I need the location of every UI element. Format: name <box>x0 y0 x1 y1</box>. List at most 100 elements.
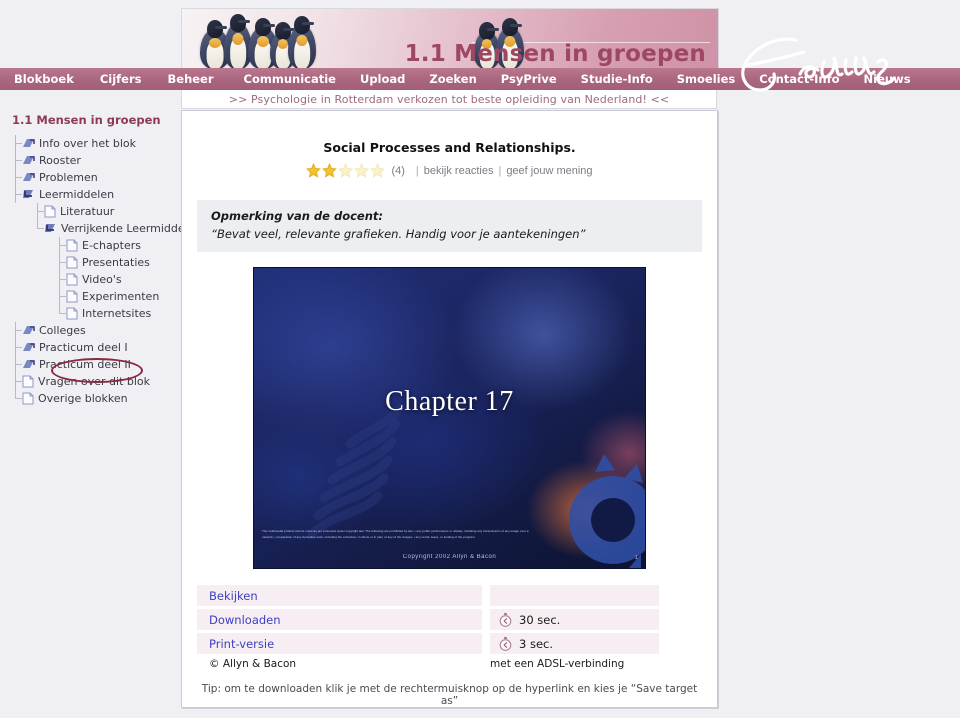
document-icon <box>66 256 78 269</box>
sidebar-tree: Info over het blok Rooster Problemen Lee… <box>0 135 201 407</box>
column-spacer <box>482 609 490 630</box>
star-filled-icon[interactable] <box>306 162 322 178</box>
publisher-credit: © Allyn & Bacon <box>209 658 297 670</box>
column-spacer <box>482 658 490 670</box>
slide-copyright: Copyright 2002 Allyn & Bacon <box>402 554 497 560</box>
nav-item-studie-info[interactable]: Studie-Info <box>579 72 655 86</box>
nav-item-zoeken[interactable]: Zoeken <box>427 72 478 86</box>
teacher-note-box: Opmerking van de docent: “Bevat veel, re… <box>197 200 702 252</box>
sidebar-item-vragen-over-dit-blok[interactable]: Vragen over dit blok <box>0 373 178 390</box>
teacher-note-body: “Bevat veel, relevante grafieken. Handig… <box>211 227 586 241</box>
star-filled-icon[interactable] <box>322 162 338 178</box>
sidebar-item-literatuur[interactable]: Literatuur <box>0 203 178 220</box>
sidebar-item-problemen[interactable]: Problemen <box>0 169 178 186</box>
sidebar-item-verrijkende-leermiddelen[interactable]: Verrijkende Leermiddelen <box>0 220 201 237</box>
tree-elbow <box>54 288 66 305</box>
sidebar-item-label: Internetsites <box>82 307 152 320</box>
tree-elbow <box>10 339 22 356</box>
sidebar-item-label: Verrijkende Leermiddelen <box>61 222 202 235</box>
sidebar-item-label: Experimenten <box>82 290 160 303</box>
document-icon <box>66 273 78 286</box>
sidebar-item-presentaties[interactable]: Presentaties <box>0 254 178 271</box>
tree-elbow <box>54 271 66 288</box>
document-title: Social Processes and Relationships. <box>323 140 576 155</box>
sidebar-item-label: Presentaties <box>82 256 150 269</box>
nav-item-blokboek[interactable]: Blokboek <box>12 72 76 86</box>
slide-preview-image[interactable]: Chapter 17 The multimedia product and it… <box>253 267 646 569</box>
slide-title: Chapter 17 <box>385 386 514 417</box>
tree-elbow <box>54 305 66 322</box>
tree-elbow <box>10 186 22 203</box>
news-ticker: >> Psychologie in Rotterdam verkozen tot… <box>181 90 717 109</box>
document-icon <box>66 307 78 320</box>
rating-separator-2: | <box>498 164 502 177</box>
sidebar-item-colleges[interactable]: Colleges <box>0 322 178 339</box>
downloaden-link[interactable]: Downloaden <box>197 609 482 630</box>
sidebar-item-e-chapters[interactable]: E-chapters <box>0 237 178 254</box>
slide-page-number: 1 <box>634 555 638 561</box>
give-opinion-link[interactable]: geef jouw mening <box>506 165 592 177</box>
nav-item-contact-info[interactable]: Contact-Info <box>757 72 841 86</box>
sidebar-item-label: Leermiddelen <box>39 188 115 201</box>
sidebar-item-practicum-deel-i[interactable]: Practicum deel I <box>0 339 178 356</box>
star-empty-icon[interactable] <box>354 162 370 178</box>
sidebar-item-overige-blokken[interactable]: Overige blokken <box>0 390 178 407</box>
document-icon <box>66 290 78 303</box>
sidebar-item-info-over-het-blok[interactable]: Info over het blok <box>0 135 178 152</box>
news-ticker-text: >> Psychologie in Rotterdam verkozen tot… <box>228 92 670 106</box>
download-tip: Tip: om te downloaden klik je met de rec… <box>201 683 698 707</box>
nav-item-communicatie[interactable]: Communicatie <box>242 72 338 86</box>
bekijken-link[interactable]: Bekijken <box>197 585 482 606</box>
folder-arrow-open-icon <box>22 189 35 201</box>
sidebar-item-label: Vragen over dit blok <box>38 375 151 388</box>
teacher-note-heading: Opmerking van de docent: <box>211 209 383 223</box>
print-versie-link[interactable]: Print-versie <box>197 633 482 654</box>
sidebar-item-experimenten[interactable]: Experimenten <box>0 288 178 305</box>
tree-elbow <box>10 356 22 373</box>
sidebar-item-label: Colleges <box>39 324 86 337</box>
connection-note: met een ADSL-verbinding <box>490 658 625 670</box>
nav-item-upload[interactable]: Upload <box>358 72 407 86</box>
erasmus-logo <box>726 22 906 106</box>
nav-item-cijfers[interactable]: Cijfers <box>98 72 144 86</box>
tree-elbow <box>10 135 22 152</box>
tree-elbow <box>10 373 22 390</box>
star-empty-icon[interactable] <box>338 162 354 178</box>
folder-arrow-open-icon <box>44 223 57 235</box>
slide-fine-print: The multimedia product and its contents … <box>262 529 529 539</box>
star-empty-icon[interactable] <box>370 162 386 178</box>
document-icon <box>66 239 78 252</box>
print-versie-time-label: 3 sec. <box>519 636 554 651</box>
content-panel: Social Processes and Relationships. (4) … <box>181 110 718 708</box>
sidebar-item-videos[interactable]: Video's <box>0 271 178 288</box>
nav-item-nieuws[interactable]: Nieuws <box>862 72 913 86</box>
sidebar-item-label: E-chapters <box>82 239 141 252</box>
folder-arrow-icon <box>22 138 35 150</box>
document-icon <box>22 375 34 388</box>
sidebar-item-practicum-deel-ii[interactable]: Practicum deel II <box>0 356 178 373</box>
nav-item-smoelies[interactable]: Smoelies <box>675 72 738 86</box>
folder-arrow-icon <box>22 359 35 371</box>
column-spacer <box>482 633 490 654</box>
tree-elbow <box>32 203 44 220</box>
stopwatch-icon <box>499 612 512 627</box>
sidebar-item-internetsites[interactable]: Internetsites <box>0 305 178 322</box>
action-footer-row: © Allyn & Bacon met een ADSL-verbinding <box>197 658 702 670</box>
column-spacer <box>482 585 490 606</box>
sidebar-item-leermiddelen[interactable]: Leermiddelen <box>0 186 178 203</box>
nav-item-psyprive[interactable]: PsyPrive <box>499 72 559 86</box>
stopwatch-icon <box>499 636 512 651</box>
nav-item-beheer[interactable]: Beheer <box>166 72 216 86</box>
sidebar-item-label: Literatuur <box>60 205 115 218</box>
sidebar-item-rooster[interactable]: Rooster <box>0 152 178 169</box>
star-rating[interactable] <box>306 162 386 178</box>
rating-row: (4) | bekijk reacties | geef jouw mening <box>182 162 717 178</box>
tree-elbow <box>54 237 66 254</box>
tree-elbow <box>54 254 66 271</box>
banner-title: 1.1 Mensen in groepen <box>404 41 706 67</box>
main-navigation[interactable]: Blokboek Cijfers Beheer Communicatie Upl… <box>0 68 960 90</box>
sidebar-item-label: Practicum deel II <box>39 358 131 371</box>
tree-elbow <box>10 390 22 407</box>
sidebar-item-label: Rooster <box>39 154 81 167</box>
view-reactions-link[interactable]: bekijk reacties <box>424 165 494 177</box>
